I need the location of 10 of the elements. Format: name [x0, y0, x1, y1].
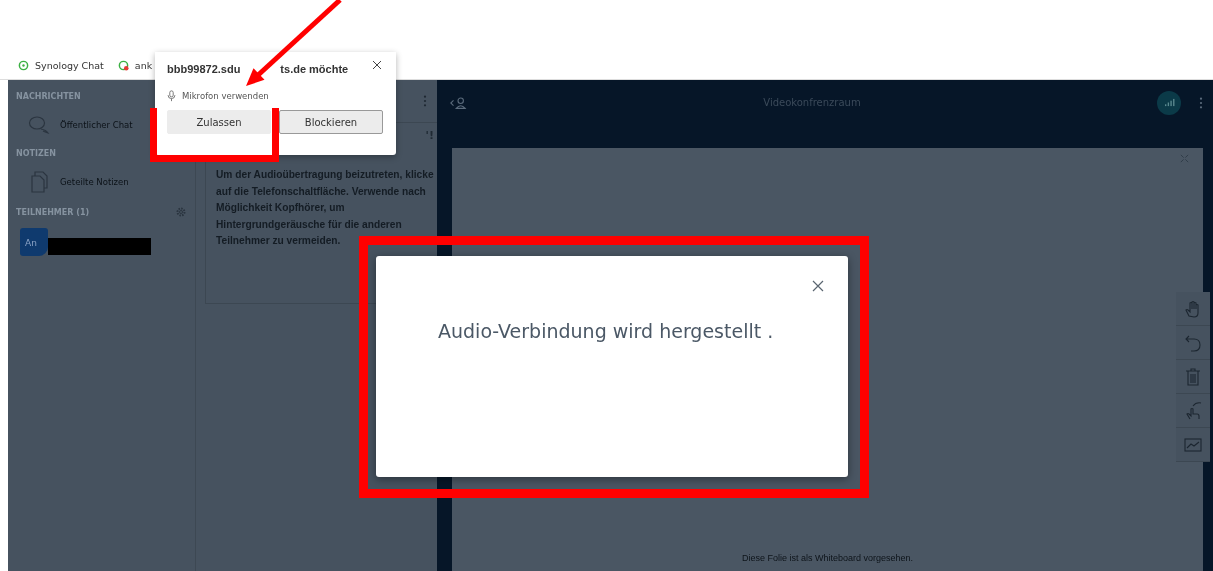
- permission-request: Mikrofon verwenden: [182, 91, 269, 101]
- popup-title: ts.de möchte: [280, 63, 349, 75]
- message-heading: '!: [424, 129, 434, 144]
- status-message: Audio-Verbindung wird hergestellt .: [438, 320, 774, 342]
- section-heading: NOTIZEN: [16, 149, 56, 158]
- welcome-message: Um der Audioübertragung beizutreten, klicke auf die Telefonschaltfläche. Verwende nach Möglichkeit Kopfhörer, um Hintergrundgeräusche für die anderen Teilnehmer zu vermeiden.: [216, 168, 434, 248]
- slide-caption: Diese Folie ist als Whiteboard vorgesehen.: [740, 553, 915, 565]
- section-heading: TEILNEHMER (1): [16, 207, 90, 217]
- section-heading: NACHRICHTEN: [16, 92, 81, 101]
- popup-title: bbb99872.sdu: [167, 63, 241, 75]
